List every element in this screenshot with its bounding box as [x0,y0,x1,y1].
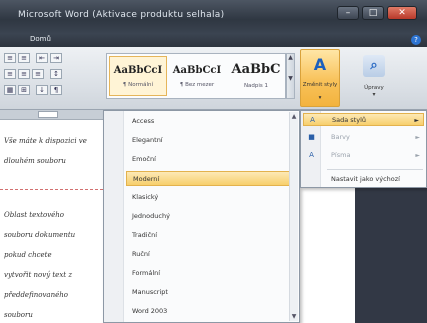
window-controls: – □ ✕ [337,6,417,20]
list-scrollbar[interactable]: ▲ ▼ [289,112,298,321]
close-button[interactable]: ✕ [387,6,417,20]
menu-item-label: Barvy [331,133,350,141]
chevron-down-icon: ▾ [318,95,322,101]
style-no-spacing[interactable]: AaBbCcI ¶ Bez mezer [168,56,226,96]
help-icon[interactable]: ? [411,35,421,45]
chevron-right-icon: ► [415,152,420,159]
fonts-icon: A [309,151,314,159]
ruler [0,110,103,120]
menu-item-fonts[interactable]: A Písma ► [303,149,424,162]
align-center-icon[interactable]: ≡ [18,69,30,79]
style-set-icon: A [310,116,315,124]
title-bar: Microsoft Word (Aktivace produktu selhal… [0,0,427,33]
menu-item-label: Sada stylů [332,116,366,124]
align-right-icon[interactable]: ≡ [32,69,44,79]
doc-line: dlouhém souboru [4,157,66,165]
doc-line: vytvořit nový text z [4,271,73,279]
editing-button[interactable]: ⌕ Úpravy ▾ [344,51,404,105]
menu-item-set-default[interactable]: Nastavit jako výchozí [303,173,424,186]
style-name: Nadpis 1 [243,83,269,89]
menu-item-label: Nastavit jako výchozí [331,175,400,183]
gallery-scrollbar[interactable]: ▲ ▼ [286,53,295,99]
style-sample: AaBbCcI [113,65,163,76]
borders-icon[interactable]: ⊞ [18,85,30,95]
window-title: Microsoft Word (Aktivace produktu selhal… [18,10,225,20]
chevron-down-icon: ▾ [372,91,376,98]
change-styles-label: Změnit styly [302,82,338,88]
quick-styles-gallery: AaBbCcI ¶ Normální AaBbCcI ¶ Bez mezer A… [106,53,286,99]
find-icon: ⌕ [363,55,385,77]
scroll-down-icon[interactable]: ▼ [290,312,298,321]
scroll-down-icon[interactable]: ▼ [288,75,293,82]
list-item[interactable]: Word 2003 [126,304,290,319]
style-normal[interactable]: AaBbCcI ¶ Normální [109,56,167,96]
list-item[interactable]: Access [126,114,290,129]
list-item[interactable]: Emoční [126,152,290,167]
list-gutter [104,111,124,322]
style-sample: AaBbCcI [172,65,222,76]
ribbon: ≡ ≡ ⇤ ⇥ ≡ ≡ ≡ ↕ ▦ ⊞ ↓ ¶ AaBbCcI ¶ Normál… [0,47,427,110]
chevron-right-icon: ► [414,117,419,124]
list-item[interactable]: Klasický [126,190,290,205]
change-styles-button[interactable]: A Změnit styly ▾ [300,49,340,107]
show-marks-icon[interactable]: ¶ [50,85,62,95]
style-heading-1[interactable]: AaBbC Nadpis 1 [227,56,285,96]
doc-line: pokud chcete [4,251,52,259]
doc-line: předdefinovaného [4,291,68,299]
change-styles-icon: A [313,55,327,74]
scroll-up-icon[interactable]: ▲ [288,54,293,61]
list-item-selected[interactable]: Moderní [126,171,290,186]
line-spacing-icon[interactable]: ↕ [50,69,62,79]
doc-line: souboru [4,311,33,319]
sort-icon[interactable]: ↓ [36,85,48,95]
tab-home[interactable]: Domů [30,35,51,43]
change-styles-menu: A Sada stylů ► ■ Barvy ► A Písma ► Nasta… [300,110,427,188]
bullets-icon[interactable]: ≡ [4,53,16,63]
list-item[interactable]: Formální [126,266,290,281]
minimize-button[interactable]: – [337,6,359,20]
maximize-button[interactable]: □ [362,6,384,20]
style-name: ¶ Normální [122,82,154,88]
shading-icon[interactable]: ▦ [4,85,16,95]
menu-item-colors[interactable]: ■ Barvy ► [303,131,424,144]
numbering-icon[interactable]: ≡ [18,53,30,63]
ribbon-tabs: Domů ? [0,33,427,47]
chevron-right-icon: ► [415,134,420,141]
section-break [0,189,103,190]
style-sets-list: Access Elegantní Emoční Moderní Klasický… [103,110,300,323]
style-name: ¶ Bez mezer [179,82,215,88]
colors-icon: ■ [308,133,315,141]
menu-item-label: Písma [331,151,351,159]
list-item[interactable]: Tradiční [126,228,290,243]
doc-line: Vše máte k dispozici ve [4,137,87,145]
document-page[interactable]: Vše máte k dispozici ve dlouhém souboru … [0,121,103,323]
scroll-up-icon[interactable]: ▲ [290,112,298,121]
increase-indent-icon[interactable]: ⇥ [50,53,62,63]
menu-separator [327,169,423,170]
ruler-indent-marker[interactable] [38,111,58,118]
list-item[interactable]: Ruční [126,247,290,262]
list-item[interactable]: Manuscript [126,285,290,300]
paragraph-group: ≡ ≡ ⇤ ⇥ ≡ ≡ ≡ ↕ ▦ ⊞ ↓ ¶ [2,51,102,107]
menu-item-style-set[interactable]: A Sada stylů ► [303,113,424,126]
list-item[interactable]: Jednoduchý [126,209,290,224]
doc-line: Oblast textového [4,211,65,219]
align-left-icon[interactable]: ≡ [4,69,16,79]
list-item[interactable]: Elegantní [126,133,290,148]
style-sample: AaBbC [231,62,281,77]
decrease-indent-icon[interactable]: ⇤ [36,53,48,63]
doc-line: souboru dokumentu [4,231,76,239]
